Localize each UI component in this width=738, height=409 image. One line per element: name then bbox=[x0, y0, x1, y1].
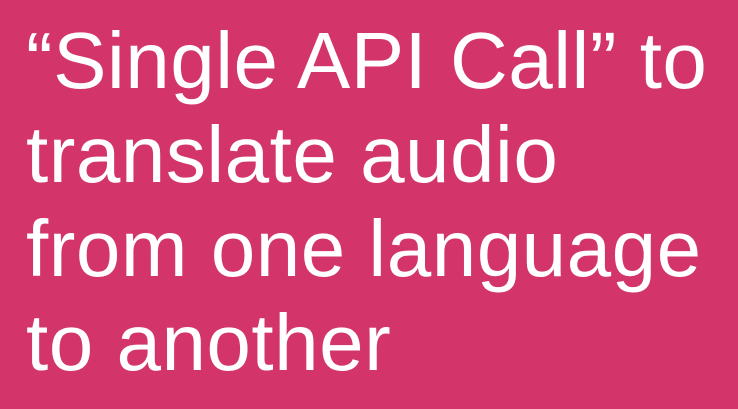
headline-line-1: “Single API Call” to bbox=[26, 16, 708, 105]
headline-line-4: to another bbox=[26, 298, 392, 387]
slide-headline: “Single API Call” to translate audio fro… bbox=[26, 14, 707, 390]
slide: “Single API Call” to translate audio fro… bbox=[0, 0, 738, 409]
headline-line-3: from one language bbox=[26, 204, 702, 293]
headline-line-2: translate audio bbox=[26, 110, 559, 199]
